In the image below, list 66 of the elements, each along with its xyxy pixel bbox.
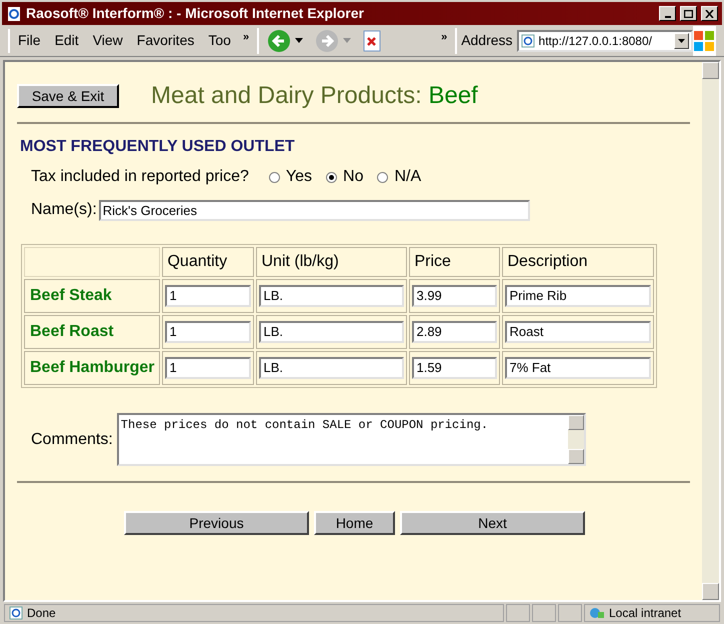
column-header: Unit (lb/kg) [256,247,408,277]
maximize-icon [684,10,693,18]
table-input[interactable]: 7% Fat [505,356,652,378]
more-button[interactable]: » [441,29,448,46]
table-input[interactable]: Prime Rib [505,284,652,306]
close-button[interactable] [701,6,718,21]
menu-item[interactable]: Edit [54,30,79,51]
name-field[interactable]: Rick's Groceries [98,200,530,220]
radio-button[interactable] [377,172,388,182]
section-heading: MOST FREQUENTLY USED OUTLET [20,137,296,157]
radio-button[interactable] [326,172,338,182]
save-exit-button[interactable]: Save & Exit [17,84,119,108]
option-label: Yes [286,167,312,187]
page-title: Meat and Dairy Products: Beef [151,81,478,111]
table-input[interactable]: LB. [259,356,404,378]
table-input[interactable]: Roast [505,320,652,342]
network-icon [589,606,605,620]
nav-button[interactable]: Next [400,511,585,535]
option-label: N/A [394,167,422,187]
nav-button[interactable]: Previous [124,511,309,535]
browser-icon [6,6,22,22]
table-input[interactable]: 2.89 [412,320,498,342]
table-input[interactable]: 1 [165,284,252,306]
address-label: Address [461,31,513,50]
table-input[interactable]: 1 [165,356,252,378]
table-input[interactable]: 1.59 [412,356,498,378]
address-field[interactable]: http://127.0.0.1:8080/ [516,30,693,52]
zone-text: Local intranet [609,605,682,622]
option-label: No [343,167,364,187]
menu-item[interactable]: File [18,30,41,51]
table-input[interactable]: LB. [259,320,404,342]
table-input[interactable]: LB. [259,284,404,306]
scrollbar[interactable] [568,415,584,464]
close-icon [705,10,714,18]
dropdown-icon[interactable] [295,38,304,43]
table-input[interactable]: 1 [165,320,252,342]
maximize-button[interactable] [680,6,697,21]
status-text: Done [27,605,56,622]
status-pane [506,604,530,622]
comments-field[interactable]: These prices do not contain SALE or COUPON pricing. [116,413,586,466]
status-pane [532,604,556,622]
comments-label: Comments: [31,430,113,450]
column-header: Price [409,247,500,277]
stop-icon[interactable] [363,30,382,52]
table-input[interactable]: 3.99 [412,284,498,306]
minimize-icon [664,16,670,18]
column-header: Description [502,247,654,277]
page-icon [520,34,535,48]
status-pane [558,604,582,622]
menu-item[interactable]: View [92,30,123,51]
row-label: Beef Roast [24,315,160,349]
minimize-button[interactable] [659,6,676,21]
column-header: Quantity [162,247,254,277]
radio-button[interactable] [268,172,280,182]
more-button[interactable]: » [242,29,250,46]
row-label: Beef Steak [24,279,160,313]
question-label: Tax included in reported price? [31,167,249,187]
nav-button[interactable]: Home [314,511,395,535]
page-icon [9,606,23,620]
dropdown-icon[interactable] [674,32,689,48]
logo-icon [692,26,716,56]
menu-item[interactable]: Too [208,30,231,51]
field-label: Name(s): [31,200,97,220]
row-label: Beef Hamburger [24,351,160,385]
menu-item[interactable]: Favorites [136,30,194,51]
window-title: Raosoft® Interform® : - Microsoft Internet Explorer [26,4,365,23]
